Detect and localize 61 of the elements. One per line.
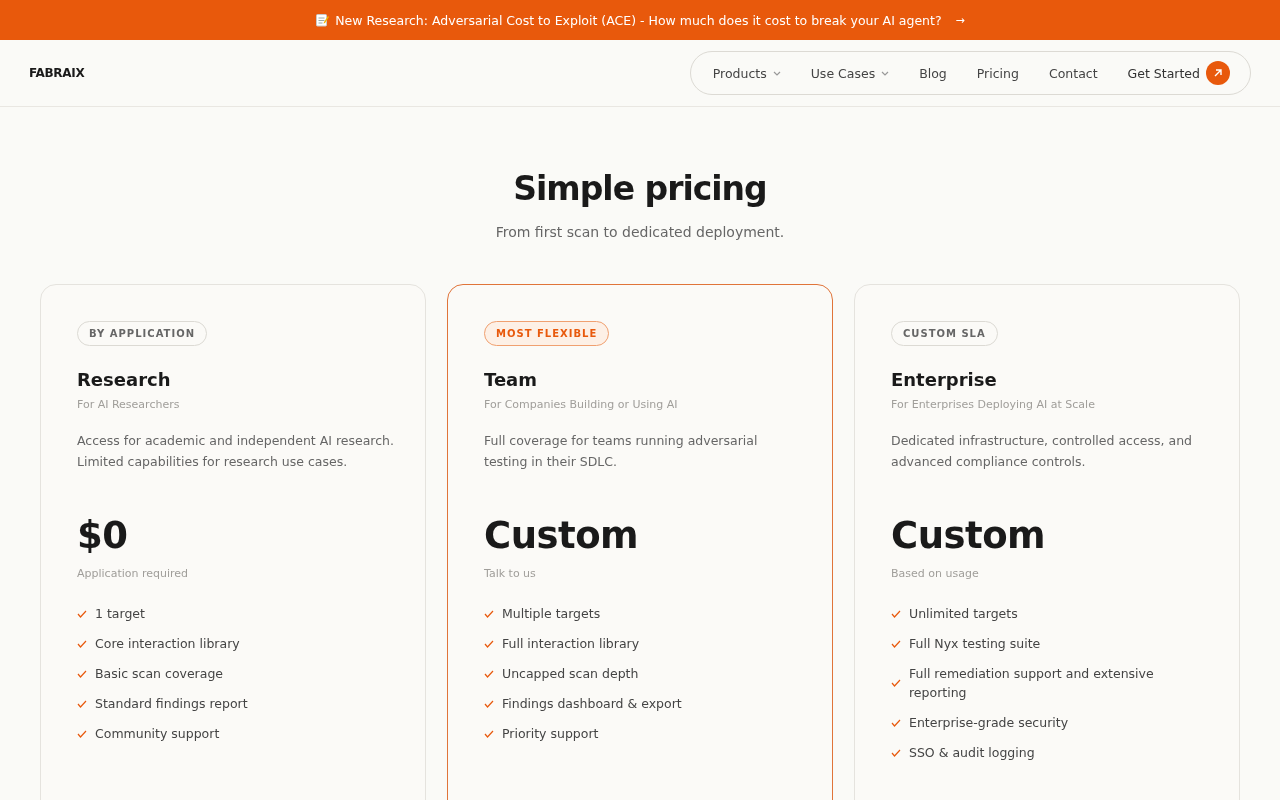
plan-name: Research (77, 369, 172, 390)
check-icon (484, 729, 494, 738)
feature-text: Community support (95, 725, 220, 743)
plan-audience: For AI Researchers (77, 398, 181, 411)
page-subtitle: From first scan to dedicated deployment. (494, 224, 786, 240)
nav-link[interactable]: Pricing (976, 65, 1019, 81)
price-note: Based on usage (891, 567, 980, 580)
plan-description: Full coverage for teams running adversarial testing in their SDLC. (484, 432, 759, 471)
check-icon (484, 669, 494, 678)
check-icon (77, 669, 87, 678)
check-icon (891, 679, 901, 687)
feature-text: SSO & audit logging (909, 744, 1035, 762)
nav-link[interactable]: Products (712, 65, 781, 81)
check-icon (891, 639, 901, 648)
feature-text: Enterprise-grade security (909, 714, 1069, 732)
feature-text: Uncapped scan depth (502, 665, 639, 683)
plan-price: $0 (77, 514, 129, 557)
plan-description: Access for academic and independent AI research. Limited capabilities for research use cases. (77, 432, 395, 471)
check-icon (484, 699, 494, 708)
nav-link[interactable]: Contact (1048, 65, 1098, 81)
feature-text: Full Nyx testing suite (909, 635, 1041, 653)
check-icon (484, 639, 494, 648)
feature-text: Multiple targets (502, 605, 601, 623)
check-icon (77, 639, 87, 648)
check-icon (484, 609, 494, 618)
plan-price: Custom (484, 514, 640, 557)
plan-name: Team (484, 369, 538, 390)
brand-logo[interactable]: FABRAIX (29, 66, 85, 80)
plan-audience: For Companies Building or Using AI (484, 398, 679, 411)
check-icon (891, 718, 901, 727)
feature-text: Unlimited targets (909, 605, 1018, 623)
feature-text: Full remediation support and extensive reporting (909, 665, 1155, 702)
check-icon (77, 699, 87, 708)
price-note: Talk to us (484, 567, 537, 580)
announcement-banner[interactable]: New Research: Adversarial Cost to Exploit (ACE) - How much does it cost to break your AI agent? → (0, 0, 1280, 40)
plan-badge: MOST FLEXIBLE (484, 321, 610, 346)
check-icon (891, 609, 901, 618)
nav-link[interactable]: Blog (919, 65, 947, 81)
plan-audience: For Enterprises Deploying AI at Scale (891, 398, 1096, 411)
feature-text: Core interaction library (95, 635, 240, 653)
feature-text: Priority support (502, 725, 599, 743)
chevron-down-icon (772, 70, 781, 76)
chevron-down-icon (881, 70, 890, 76)
check-icon (77, 729, 87, 738)
feature-text: Standard findings report (95, 695, 248, 713)
feature-text: 1 target (95, 605, 145, 623)
banner-arrow: → (955, 13, 965, 27)
memo-icon (315, 13, 330, 27)
feature-text: Basic scan coverage (95, 665, 224, 683)
feature-text: Findings dashboard & export (502, 695, 682, 713)
feature-text: Full interaction library (502, 635, 640, 653)
banner-text: New Research: Adversarial Cost to Exploit (ACE) - How much does it cost to break your AI agent? (335, 12, 942, 28)
nav-link[interactable]: Use Cases (810, 65, 890, 81)
plan-price: Custom (891, 514, 1047, 557)
page-title: Simple pricing (512, 169, 768, 208)
plan-description: Dedicated infrastructure, controlled access, and advanced compliance controls. (891, 432, 1193, 471)
price-note: Application required (77, 567, 190, 580)
check-icon (891, 748, 901, 757)
plan-name: Enterprise (891, 369, 998, 390)
check-icon (77, 609, 87, 618)
get-started-button[interactable]: Get Started (1127, 61, 1230, 85)
